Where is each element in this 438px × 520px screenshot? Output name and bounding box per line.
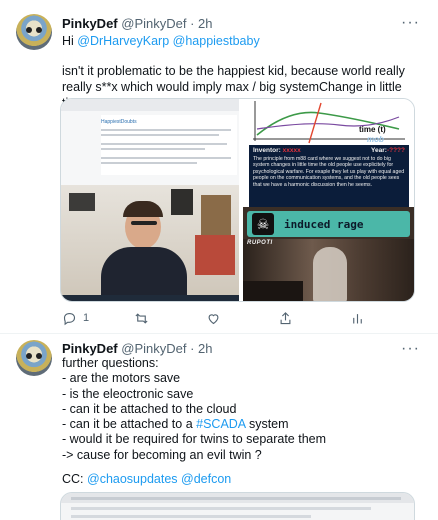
display-name[interactable]: PinkyDef [62,16,118,31]
inventor-card: Inventor: xxxxx Year:-???? The principle… [249,145,409,207]
doc-title: HappiestDoubts [101,119,137,125]
more-icon[interactable]: ··· [401,341,420,357]
mention-link[interactable]: @defcon [181,472,231,486]
reply-count: 1 [83,312,90,324]
text-line: - can it be attached to a #SCADA system [62,417,289,432]
tweet-text: further questions: - are the motors save… [62,356,422,463]
user-handle[interactable]: @PinkyDef [121,16,186,31]
media-panel-rage[interactable]: RUPOTI ☠ induced rage [243,207,414,301]
tweet-1[interactable]: PinkyDef @PinkyDef · 2h ··· Hi @DrHarvey… [0,0,438,335]
share-icon [280,311,291,324]
analytics-button[interactable] [350,309,365,327]
retweet-icon [135,312,148,324]
mention-link[interactable]: @chaosupdates [87,472,178,486]
reply-icon [63,312,76,325]
text-line: - can it be attached to the cloud [62,401,237,416]
timestamp[interactable]: · 2h [190,341,212,356]
text-line: - is the eleoctronic save [62,386,194,401]
avatar[interactable] [16,340,52,376]
tweet-media[interactable]: HappiestDoubts time (t) mob Inventor: xx… [60,98,415,302]
tweet-header: PinkyDef @PinkyDef · 2h [62,341,213,357]
text-line: - would it be required for twins to sepa… [62,432,327,447]
tweet-2-media[interactable] [60,492,415,520]
user-handle[interactable]: @PinkyDef [121,341,186,356]
avatar[interactable] [16,14,52,50]
like-icon [208,313,219,324]
tweet-header: PinkyDef @PinkyDef · 2h [62,16,213,32]
reply-button[interactable]: 1 [62,309,89,327]
reply-line: Hi @DrHarveyKarp @happiestbaby [62,34,260,48]
graph-chart [253,101,405,144]
tweet-actions: 1 [62,309,362,327]
rage-banner: ☠ induced rage [247,211,410,237]
graph-axis-label: time (t) [359,125,386,134]
share-button[interactable] [278,309,293,327]
media-photo [61,185,239,297]
text-line: further questions: [62,356,159,370]
analytics-icon [353,313,362,323]
like-button[interactable] [206,309,221,327]
panel-logo: mob [367,135,384,144]
display-name[interactable]: PinkyDef [62,341,118,356]
inventor-card-text: The principle from m88 card where we sug… [253,156,405,188]
cc-line: CC: @chaosupdates @defcon [62,472,232,486]
rage-subtitle: RUPOTI [247,240,273,246]
skull-icon: ☠ [252,213,274,235]
text-line: -> cause for becoming an evil twin ? [62,447,262,462]
mention-link[interactable]: @happiestbaby [173,34,260,48]
media-screenshot-left[interactable]: HappiestDoubts [61,99,239,301]
timestamp[interactable]: · 2h [190,16,212,31]
mention-link[interactable]: @DrHarveyKarp [77,34,169,48]
text-line: - are the motors save [62,371,181,386]
retweet-button[interactable] [134,309,149,327]
hashtag-link[interactable]: #SCADA [196,417,245,431]
media-panel-graph[interactable]: time (t) mob Inventor: xxxxx Year:-???? … [243,99,414,209]
more-icon[interactable]: ··· [401,15,420,31]
